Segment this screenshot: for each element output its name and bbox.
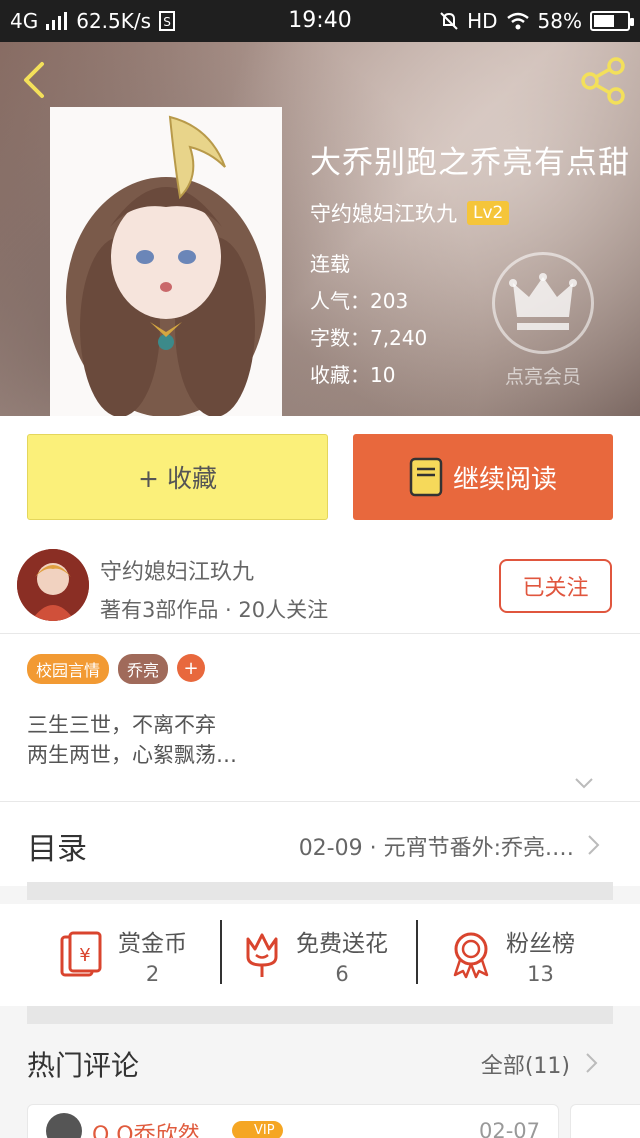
chevron-right-icon[interactable]	[584, 1052, 598, 1074]
reward-value: 13	[527, 962, 554, 986]
author-card-name[interactable]: 守约媳妇江玖九	[100, 554, 254, 586]
level-badge: Lv2	[467, 201, 510, 225]
book-cover[interactable]	[50, 107, 282, 416]
reward-label: 免费送花	[296, 931, 388, 957]
comment-card[interactable]: Q Q乔欣然 VIP 02-07	[27, 1104, 559, 1138]
catalog-label: 目录	[27, 832, 87, 867]
description-section: 校园言情 乔亮 + 三生三世，不离不弃 两生两世，心絮飘荡…	[0, 634, 640, 802]
mute-icon	[440, 12, 458, 30]
crown-icon	[509, 273, 577, 330]
comments-title: 热门评论	[27, 1049, 140, 1082]
vip-badge: VIP	[232, 1121, 283, 1138]
author-avatar[interactable]	[17, 549, 89, 621]
latest-chapter: 02-09 · 元宵节番外:乔亮.…	[298, 836, 574, 861]
vip-label[interactable]: 点亮会员	[486, 362, 600, 389]
back-arrow-icon[interactable]	[16, 60, 56, 100]
catalog-row[interactable]: 目录 02-09 · 元宵节番外:乔亮.…	[0, 802, 640, 886]
continue-reading-button[interactable]: 继续阅读	[353, 434, 613, 520]
book-description: 三生三世，不离不弃 两生两世，心絮飘荡…	[27, 710, 237, 770]
wifi-icon	[506, 12, 529, 30]
battery-percent: 58%	[537, 9, 582, 33]
reward-value: 6	[335, 962, 349, 986]
reward-label: 粉丝榜	[506, 931, 575, 957]
hot-comments: 热门评论 全部(11) Q Q乔欣然 VIP 02-07	[0, 1024, 640, 1138]
reward-separator	[220, 920, 222, 984]
share-icon[interactable]	[578, 56, 628, 106]
book-title: 大乔别跑之乔亮有点甜	[310, 145, 630, 181]
reward-coins[interactable]: ¥ 赏金币 2	[58, 920, 187, 990]
cover-illustration	[50, 107, 282, 416]
tag-campus-romance[interactable]: 校园言情	[27, 654, 110, 684]
reward-separator	[416, 920, 418, 984]
rewards-row: ¥ 赏金币 2 免费送花 6 粉丝榜 13	[0, 904, 640, 1006]
comment-card[interactable]	[570, 1104, 640, 1138]
tag-list: 校园言情 乔亮 +	[27, 654, 206, 684]
favorite-button[interactable]: + 收藏	[27, 434, 328, 520]
comment-date: 02-07	[478, 1119, 540, 1138]
hd-indicator: HD	[467, 9, 498, 33]
section-divider	[27, 1006, 613, 1024]
author-card-subtitle: 著有3部作品 · 20人关注	[100, 598, 329, 622]
book-icon	[409, 457, 443, 497]
chevron-down-icon[interactable]	[574, 776, 594, 790]
commenter-name[interactable]: Q Q乔欣然	[92, 1117, 200, 1138]
status-bar: 4G 62.5K/s S 19:40 HD 58%	[0, 0, 640, 42]
battery-icon	[590, 11, 634, 31]
reward-fan-rank[interactable]: 粉丝榜 13	[450, 920, 575, 990]
flower-icon	[246, 933, 278, 977]
description-line: 三生三世，不离不弃	[27, 713, 216, 737]
reward-label: 赏金币	[118, 931, 187, 957]
red-envelope-icon: ¥	[60, 931, 102, 977]
continue-reading-label: 继续阅读	[452, 464, 557, 495]
action-bar: + 收藏 继续阅读	[0, 416, 640, 534]
author-name[interactable]: 守约媳妇江玖九	[310, 198, 457, 228]
vip-crown-button[interactable]	[492, 252, 594, 354]
status-right: HD 58%	[439, 9, 634, 33]
commenter-avatar[interactable]	[46, 1113, 82, 1138]
all-comments-link[interactable]: 全部(11)	[481, 1048, 570, 1080]
author-card: 守约媳妇江玖九 著有3部作品 · 20人关注 已关注	[0, 534, 640, 634]
reward-flower[interactable]: 免费送花 6	[242, 920, 388, 990]
book-header: 大乔别跑之乔亮有点甜 守约媳妇江玖九 Lv2 连载 人气：203 字数：7,24…	[0, 42, 640, 416]
tag-qiaoliang[interactable]: 乔亮	[118, 654, 169, 684]
svg-text:¥: ¥	[79, 945, 90, 966]
author-row: 守约媳妇江玖九 Lv2	[310, 198, 630, 228]
follow-button[interactable]: 已关注	[499, 559, 612, 613]
chevron-right-icon	[588, 835, 600, 855]
add-tag-button[interactable]: +	[177, 654, 206, 682]
reward-value: 2	[145, 962, 160, 986]
description-line: 两生两世，心絮飘荡…	[27, 743, 237, 767]
medal-icon	[453, 932, 489, 979]
section-divider	[27, 882, 613, 900]
